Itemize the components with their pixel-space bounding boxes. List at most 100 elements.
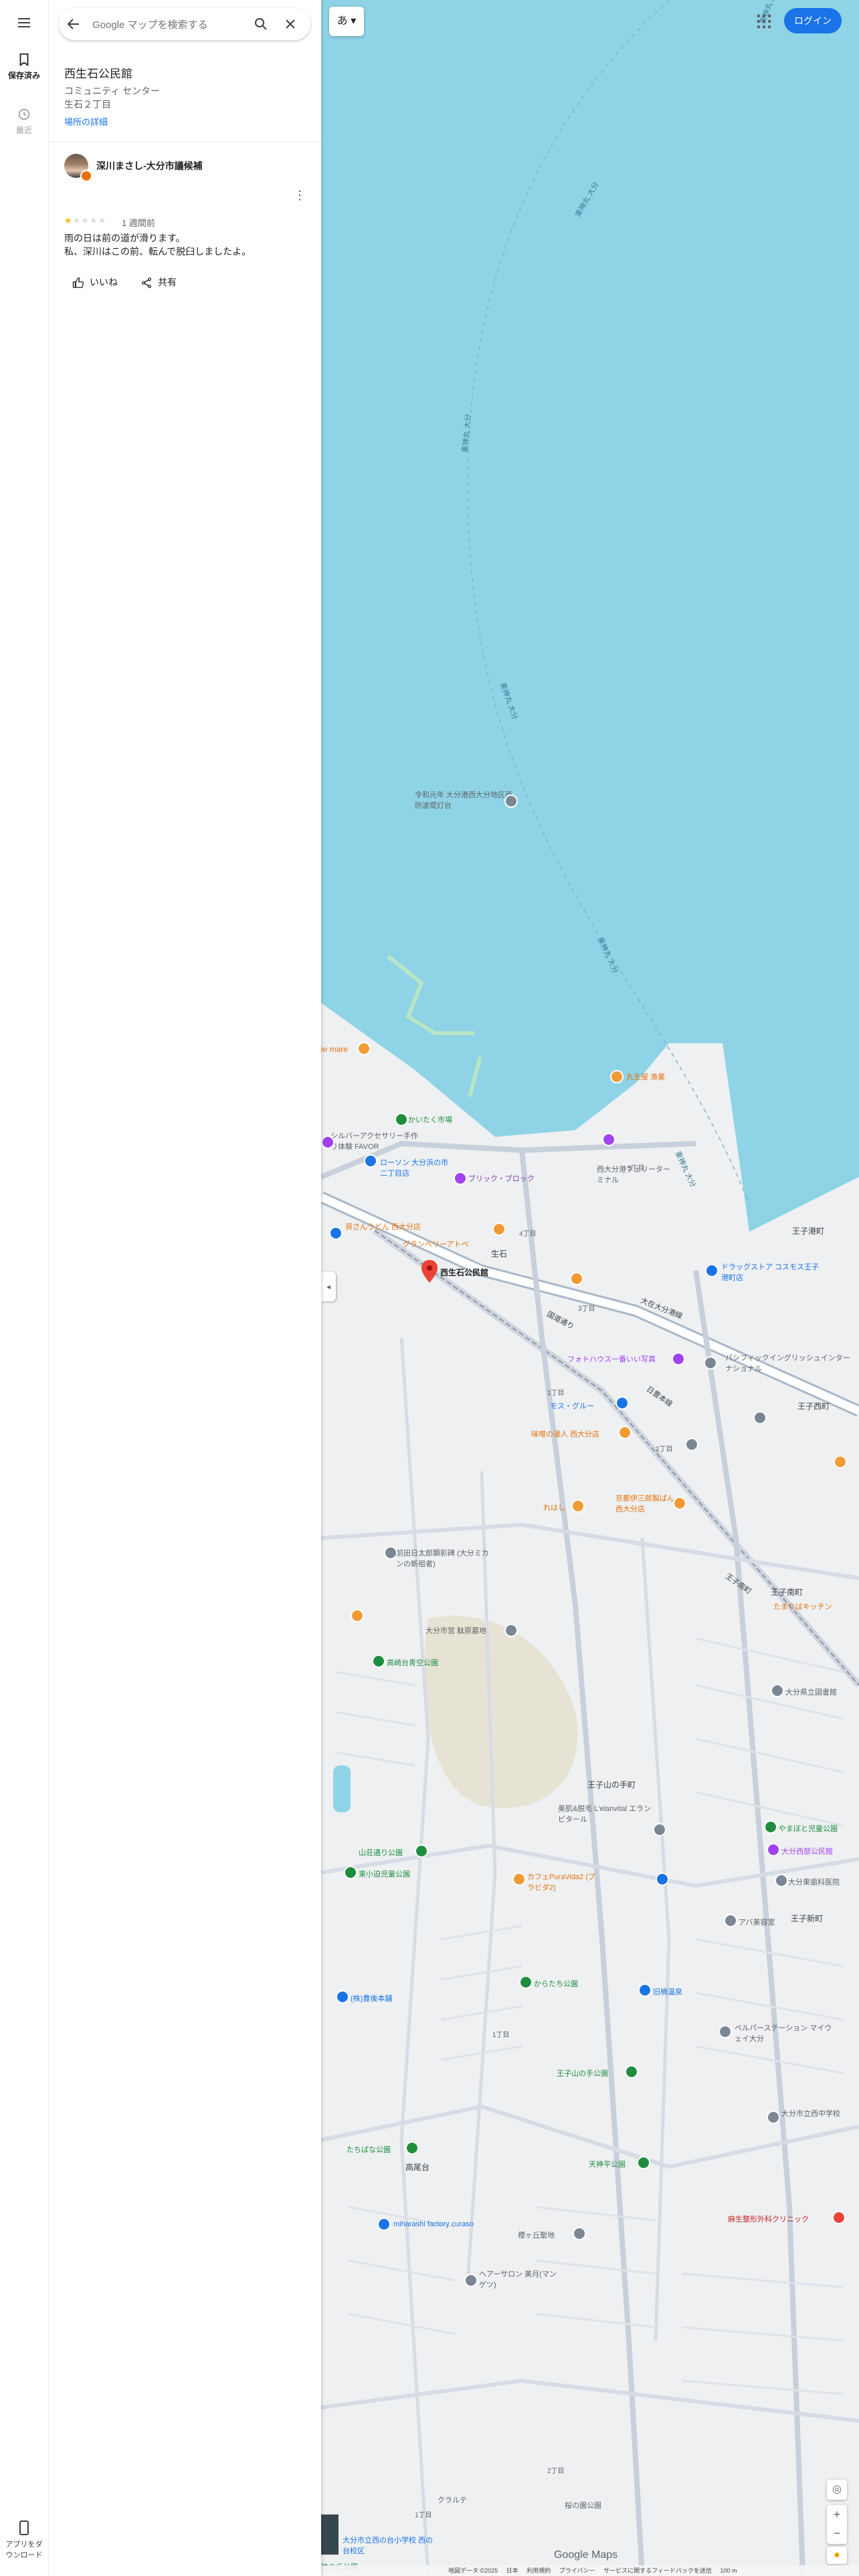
- poi-label-shop[interactable]: (株)豊後本舗: [351, 1993, 392, 2004]
- close-icon[interactable]: [282, 16, 298, 32]
- map-canvas[interactable]: 東神丸 大分 東神丸 大分 東神丸 大分 東神丸 大分 東神丸 大分 東神丸 大…: [321, 0, 859, 2576]
- park-pin-icon[interactable]: [372, 1654, 385, 1668]
- poi-label-greenbelt[interactable]: グランベリーアトベ: [403, 1239, 469, 1249]
- my-location-button[interactable]: ◎: [827, 2480, 847, 2500]
- poi-label-photohouse[interactable]: フォトハウス一番いい写真: [567, 1354, 656, 1364]
- poi-label-park[interactable]: 天神平公園: [589, 2159, 626, 2169]
- park-pin-icon[interactable]: [395, 1113, 408, 1126]
- poi-label-cafe[interactable]: カフェPuraVida2 (プラビダ2): [527, 1871, 601, 1893]
- building-pin-icon[interactable]: [753, 1411, 767, 1424]
- restaurant-pin-icon[interactable]: [618, 1426, 632, 1439]
- terms-link[interactable]: 利用規約: [527, 2567, 551, 2574]
- poi-label-school[interactable]: パシフィックイングリッシュインターナショナル: [725, 1352, 852, 1374]
- back-arrow-icon[interactable]: [66, 16, 82, 32]
- poi-label-mosgreen[interactable]: モス・グルー: [550, 1400, 594, 1411]
- park-pin-icon[interactable]: [415, 1844, 428, 1858]
- poi-label-shrine[interactable]: 櫻ヶ丘聖地: [518, 2230, 555, 2240]
- poi-label-spa[interactable]: 旧楠温泉: [653, 1986, 682, 1997]
- landmark-pin-icon[interactable]: [384, 1546, 397, 1560]
- app-download-button[interactable]: アプリをダ ウンロード: [0, 2520, 48, 2560]
- restaurant-pin-icon[interactable]: [570, 1272, 583, 1285]
- park-pin-icon[interactable]: [637, 2156, 650, 2169]
- poi-label-memorial[interactable]: 前田日太郎顕彰碑 (大分ミカンの新祖者): [396, 1547, 490, 1569]
- building-pin-icon[interactable]: [685, 1438, 698, 1451]
- care-pin-icon[interactable]: [719, 2025, 732, 2038]
- poi-label-seabus[interactable]: シルバーアクセサリー手作り体験 FAVOR: [330, 1130, 424, 1152]
- salon-pin-icon[interactable]: [724, 1914, 737, 1927]
- poi-label-udon[interactable]: 資さんうどん 西大分店: [345, 1221, 472, 1232]
- store-pin-icon[interactable]: [615, 1396, 629, 1410]
- poi-label-park[interactable]: 高崎台青空公園: [387, 1657, 438, 1668]
- poi-label-community[interactable]: 大分西部公民館: [781, 1846, 833, 1856]
- reviewer-name[interactable]: 深川まさし-大分市議候補: [96, 159, 203, 173]
- poi-label-school[interactable]: 大分市立西中学校: [781, 2108, 848, 2119]
- login-button[interactable]: ログイン: [784, 8, 842, 33]
- poi-label-block[interactable]: ブリック・ブロック: [468, 1173, 535, 1184]
- hospital-pin-icon[interactable]: [832, 2211, 846, 2224]
- poi-label-sakura-park[interactable]: 桜の園公園: [565, 2500, 601, 2510]
- poi-label-kitchen2[interactable]: たまりばキッチン: [773, 1601, 832, 1612]
- pegman-icon[interactable]: ●: [827, 2547, 847, 2564]
- store-pin-icon[interactable]: [364, 1154, 377, 1168]
- park-pin-icon[interactable]: [405, 2141, 419, 2155]
- language-button[interactable]: あ ▾: [329, 7, 364, 36]
- poi-label-port-facility[interactable]: 令和元年 大分港西大分地区西防波堤灯台: [415, 789, 515, 811]
- restaurant-pin-icon[interactable]: [610, 1070, 624, 1083]
- shop-pin-icon[interactable]: [454, 1172, 467, 1185]
- poi-label-park[interactable]: 王子山の手公園: [557, 2068, 608, 2078]
- clinic-pin-icon[interactable]: [775, 1874, 788, 1887]
- park-pin-icon[interactable]: [764, 1820, 777, 1834]
- park-pin-icon[interactable]: [344, 1866, 357, 1879]
- search-input[interactable]: [91, 16, 241, 33]
- poi-label-care[interactable]: ベルパーステーション マイウェイ大分: [735, 2022, 835, 2044]
- privacy-link[interactable]: プライバシー: [559, 2567, 595, 2574]
- store-pin-icon[interactable]: [329, 1226, 343, 1240]
- poi-label-park[interactable]: 東小迫児童公園: [359, 1868, 410, 1879]
- poi-label-salon[interactable]: 美肌&脱毛 L'elanvital エランビタール: [558, 1803, 658, 1824]
- spa-pin-icon[interactable]: [638, 1983, 652, 1997]
- poi-label-fishing[interactable]: 丸生屋 漁業: [626, 1071, 665, 1082]
- shop-pin-icon[interactable]: [653, 1823, 666, 1836]
- shop-pin-icon[interactable]: [602, 1133, 615, 1146]
- parking-pin-icon[interactable]: [656, 1872, 669, 1886]
- cafe-pin-icon[interactable]: [512, 1872, 526, 1886]
- landmark-pin-icon[interactable]: [504, 1624, 518, 1637]
- restaurant-pin-icon[interactable]: [571, 1499, 585, 1513]
- shop-pin-icon[interactable]: [321, 1136, 335, 1149]
- recent-button[interactable]: 最近: [0, 107, 48, 136]
- poi-label-park[interactable]: たちばな公園: [347, 2144, 391, 2155]
- poi-label-factory[interactable]: miharashi factory curaso: [393, 2220, 474, 2228]
- shop-pin-icon[interactable]: [672, 1352, 685, 1366]
- poi-label-salon2[interactable]: アバ美容室: [739, 1917, 775, 1927]
- shrine-pin-icon[interactable]: [573, 2227, 586, 2240]
- poi-label-market[interactable]: かいたく市場: [408, 1114, 452, 1125]
- poi-label-marina[interactable]: ie mare: [321, 1045, 348, 1054]
- school-pin-icon[interactable]: [704, 1356, 717, 1370]
- library-pin-icon[interactable]: [771, 1684, 784, 1697]
- zoom-out-button[interactable]: −: [827, 2524, 847, 2543]
- scale-label[interactable]: 100 m: [720, 2567, 737, 2574]
- poi-label-bakery[interactable]: 京都伊三郎製ぱん 西大分店: [615, 1493, 682, 1514]
- park-pin-icon[interactable]: [625, 2065, 638, 2078]
- selected-place-pin-icon[interactable]: [421, 1260, 438, 1283]
- poi-label-kitchen[interactable]: れはし: [543, 1502, 565, 1513]
- landmark-pin-icon[interactable]: [504, 794, 518, 808]
- like-button[interactable]: いいね: [72, 276, 118, 297]
- poi-label-library[interactable]: 大分県立図書館: [785, 1687, 837, 1697]
- saved-button[interactable]: 保存済み: [0, 52, 48, 81]
- poi-label-park[interactable]: やまぼと児童公園: [779, 1823, 838, 1834]
- country-link[interactable]: 日本: [506, 2567, 518, 2574]
- poi-label-hair[interactable]: ヘアーサロン 美月(マンゲツ): [479, 2268, 559, 2290]
- restaurant-pin-icon[interactable]: [834, 1455, 847, 1469]
- poi-label-clinic[interactable]: 大分東歯科医院: [788, 1876, 840, 1887]
- poi-label-clinic[interactable]: 麻生整形外科クリニック: [728, 2214, 809, 2224]
- poi-label-cemetery[interactable]: 大分市営 駄原墓地: [425, 1625, 506, 1636]
- store-pin-icon[interactable]: [705, 1264, 719, 1277]
- restaurant-pin-icon[interactable]: [351, 1609, 364, 1622]
- selected-place-label[interactable]: 西生石公民館: [440, 1267, 488, 1278]
- poi-label-drugstore[interactable]: ドラッグストア コスモス王子港町店: [721, 1261, 822, 1283]
- collapse-panel-button[interactable]: ◂: [321, 1272, 336, 1301]
- more-options-icon[interactable]: ⋮: [292, 187, 308, 203]
- restaurant-pin-icon[interactable]: [673, 1497, 686, 1510]
- place-details-link[interactable]: 場所の詳細: [64, 115, 108, 128]
